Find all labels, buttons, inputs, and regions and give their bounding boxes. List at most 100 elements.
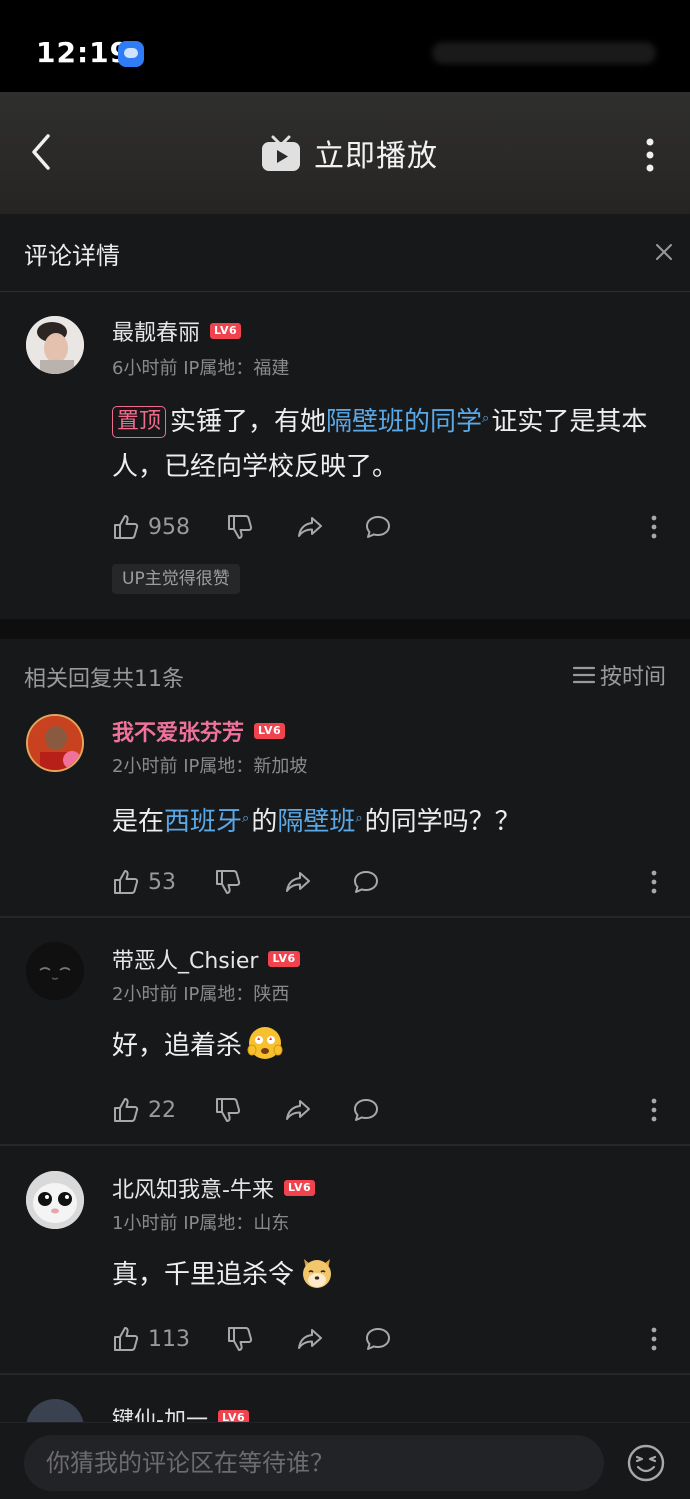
text-segment: 是在 <box>112 807 165 837</box>
username[interactable]: 带恶人_Chsier <box>112 943 258 975</box>
text-segment: 的 <box>251 807 278 837</box>
comment-input-wrapper <box>24 1435 604 1491</box>
play-now-label: 立即播放 <box>314 139 438 174</box>
comment-meta: 2小时前 IP属地：陕西 <box>112 980 289 1006</box>
play-now-button[interactable]: 立即播放 <box>260 130 438 176</box>
like-count: 53 <box>148 869 176 895</box>
dislike-button[interactable] <box>226 511 254 543</box>
share-button[interactable] <box>284 866 312 898</box>
dislike-button[interactable] <box>214 1094 242 1126</box>
dislike-button[interactable] <box>226 1323 254 1355</box>
search-link[interactable]: 西班牙 <box>164 807 242 837</box>
share-icon <box>286 872 310 892</box>
sort-icon <box>572 666 596 684</box>
username[interactable]: 键仙-加一 <box>112 1402 208 1422</box>
reply-button[interactable] <box>352 866 380 898</box>
like-button[interactable]: 22 <box>112 1094 176 1126</box>
comment-time: 2小时前 <box>112 984 178 1005</box>
reply-item: 带恶人_Chsier LV6 2小时前 IP属地：陕西 好，追着杀 22 <box>0 942 690 1144</box>
comment-input[interactable] <box>46 1435 586 1491</box>
divider <box>0 916 690 918</box>
comment-actions: 958 <box>112 511 668 543</box>
divider <box>0 1373 690 1375</box>
replies-header: 相关回复共11条 按时间 <box>0 639 690 714</box>
reply-item: 北风知我意-牛来 LV6 1小时前 IP属地：山东 真，千里追杀令 113 <box>0 1171 690 1373</box>
level-badge: LV6 <box>210 323 242 339</box>
comment-more-button[interactable] <box>646 1094 662 1126</box>
reply-button[interactable] <box>364 1323 392 1355</box>
avatar[interactable] <box>26 1399 84 1422</box>
like-button[interactable]: 958 <box>112 511 190 543</box>
up-liked-badge: UP主觉得很赞 <box>112 564 240 594</box>
level-badge: LV6 <box>254 723 286 739</box>
ip-label: IP属地： <box>183 358 254 379</box>
dislike-icon <box>216 870 241 894</box>
panel-header: 评论详情 <box>0 214 690 292</box>
like-button[interactable]: 53 <box>112 866 176 898</box>
search-link[interactable]: 隔壁班的同学 <box>326 407 482 437</box>
share-icon <box>298 1329 322 1349</box>
comment-meta: 6小时前 IP属地：福建 <box>112 354 289 380</box>
close-button[interactable] <box>652 240 676 264</box>
more-icon <box>651 1327 657 1351</box>
avatar-image <box>26 316 84 374</box>
reply-icon <box>354 871 378 893</box>
avatar[interactable] <box>26 1171 84 1229</box>
search-link[interactable]: 隔壁班 <box>277 807 355 837</box>
reply-button[interactable] <box>364 511 392 543</box>
like-button[interactable]: 113 <box>112 1323 190 1355</box>
back-button[interactable] <box>26 132 56 172</box>
comment-time: 2小时前 <box>112 756 178 777</box>
avatar-image <box>26 1171 84 1229</box>
search-icon: ⌕ <box>242 811 250 826</box>
dislike-icon <box>228 1327 253 1351</box>
reply-icon <box>354 1099 378 1121</box>
level-badge: LV6 <box>217 1410 250 1422</box>
emoji-icon <box>627 1444 665 1482</box>
ip-location: 陕西 <box>253 984 290 1005</box>
username[interactable]: 最靓春丽 <box>112 315 200 347</box>
username-row: 键仙-加一 LV6 <box>112 1402 250 1422</box>
share-button[interactable] <box>284 1094 312 1126</box>
username-row: 带恶人_Chsier LV6 <box>112 944 300 974</box>
avatar[interactable] <box>26 316 84 374</box>
comment-input-bar <box>0 1422 690 1499</box>
like-icon <box>114 515 139 539</box>
shocked-emoji-icon <box>247 1027 283 1059</box>
sort-label: 按时间 <box>600 665 667 690</box>
dislike-button[interactable] <box>214 866 242 898</box>
search-icon: ⌕ <box>482 411 490 426</box>
comment-time: 1小时前 <box>112 1213 178 1234</box>
ip-label: IP属地： <box>183 984 254 1005</box>
avatar[interactable] <box>26 942 84 1000</box>
avatar[interactable] <box>26 714 84 772</box>
dislike-icon <box>216 1098 241 1122</box>
close-icon <box>656 244 672 260</box>
main-comment: 最靓春丽 LV6 6小时前 IP属地：福建 置顶 实锤了，有她隔壁班的同学⌕证实了… <box>0 292 690 619</box>
emoji-button[interactable] <box>626 1443 666 1483</box>
username[interactable]: 我不爱张芬芳 <box>112 715 244 747</box>
text-segment: 真，千里追杀令 <box>112 1260 295 1290</box>
comment-meta: 1小时前 IP属地：山东 <box>112 1209 289 1235</box>
username-row: 北风知我意-牛来 LV6 <box>112 1172 316 1204</box>
ip-location: 新加坡 <box>253 756 308 777</box>
reply-count: 相关回复共11条 <box>24 667 184 692</box>
more-options-button[interactable] <box>636 136 664 176</box>
comment-detail-panel: 评论详情 最靓春丽 LV6 6小时前 IP属地：福建 置顶 实锤了，有她隔壁班的同… <box>0 214 690 1499</box>
sort-by-time-button[interactable]: 按时间 <box>572 659 666 691</box>
status-time: 12:19 <box>36 36 131 69</box>
comment-more-button[interactable] <box>646 1323 662 1355</box>
username[interactable]: 北风知我意-牛来 <box>112 1172 274 1204</box>
comment-more-button[interactable] <box>646 866 662 898</box>
more-icon <box>651 1098 657 1122</box>
reply-icon <box>366 516 390 538</box>
reply-button[interactable] <box>352 1094 380 1126</box>
comment-more-button[interactable] <box>646 511 662 543</box>
dislike-icon <box>228 515 253 539</box>
comment-text: 好，追着杀 <box>112 1024 672 1069</box>
avatar-image <box>26 942 84 1000</box>
ip-location: 山东 <box>253 1213 290 1234</box>
comment-time: 6小时前 <box>112 358 178 379</box>
share-button[interactable] <box>296 511 324 543</box>
share-button[interactable] <box>296 1323 324 1355</box>
